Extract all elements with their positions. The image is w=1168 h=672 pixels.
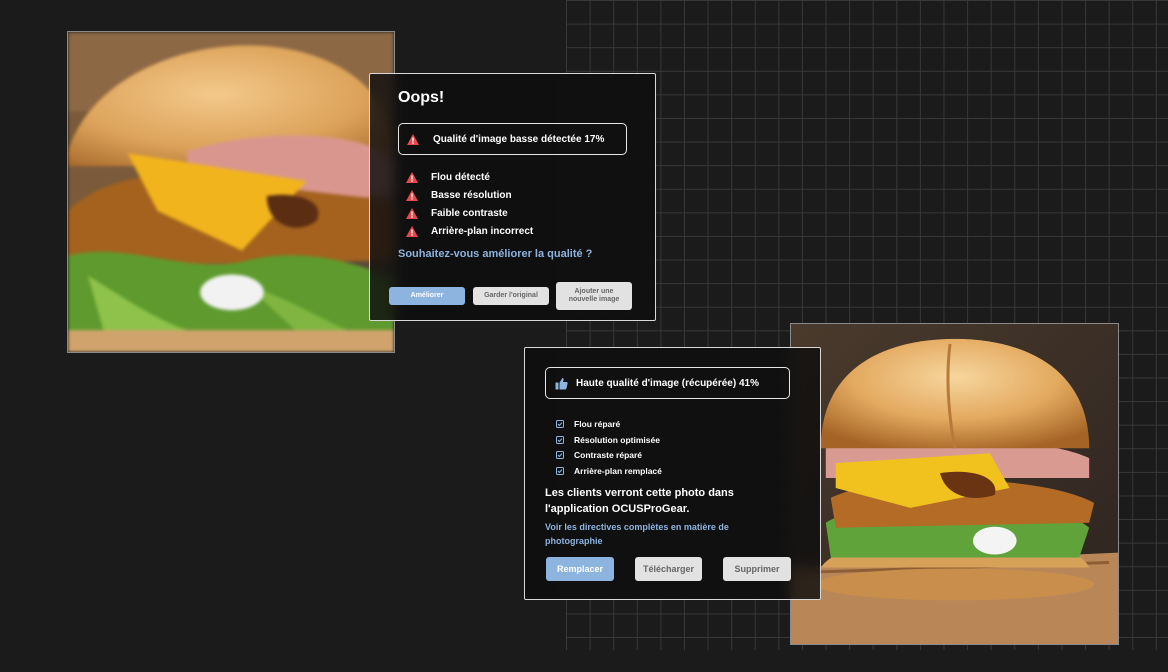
issue-label: Basse résolution (431, 189, 512, 201)
list-item: Contraste réparé (556, 447, 662, 463)
recovered-burger-photo (790, 323, 1119, 645)
list-item: Flou détecté (406, 168, 533, 186)
fix-label: Contraste réparé (574, 450, 643, 461)
recovered-quality-dialog: Haute qualité d'image (récupérée) 41% Fl… (524, 347, 821, 600)
warning-icon (406, 189, 418, 201)
low-quality-text: Qualité d'image basse détectée 17% (433, 133, 605, 145)
checkbox-icon (556, 451, 564, 460)
issue-label: Flou détecté (431, 171, 490, 183)
list-item: Arrière-plan incorrect (406, 222, 533, 240)
checkbox-icon (556, 435, 564, 444)
fix-label: Flou réparé (574, 418, 621, 429)
warning-icon (406, 225, 418, 237)
fix-label: Arrière-plan remplacé (574, 465, 662, 476)
warning-icon (407, 133, 419, 145)
dialog-title: Oops! (398, 89, 445, 106)
replace-button[interactable]: Remplacer (546, 557, 614, 581)
delete-button[interactable]: Supprimer (723, 557, 791, 581)
checkbox-icon (556, 466, 564, 475)
original-burger-photo (67, 31, 395, 353)
thumbs-up-icon (555, 377, 568, 390)
warning-icon (406, 171, 418, 183)
issue-list: Flou détecté Basse résolution Faible con… (406, 168, 533, 240)
low-quality-badge: Qualité d'image basse détectée 17% (398, 123, 627, 155)
list-item: Résolution optimisée (556, 432, 662, 448)
improve-button[interactable]: Améliorer (389, 287, 465, 305)
fix-label: Résolution optimisée (574, 434, 660, 445)
fix-list: Flou réparé Résolution optimisée Contras… (556, 416, 662, 479)
issue-label: Arrière-plan incorrect (431, 225, 534, 237)
improve-question: Souhaitez-vous améliorer la qualité ? (398, 248, 593, 260)
customer-visibility-message: Les clients verront cette photo dans l'a… (545, 487, 734, 515)
download-button[interactable]: Télécharger (635, 557, 702, 581)
photo-guidelines-link[interactable]: Voir les directives complètes en matière… (545, 520, 775, 548)
list-item: Flou réparé (556, 416, 662, 432)
warning-icon (406, 207, 418, 219)
high-quality-text: Haute qualité d'image (récupérée) 41% (576, 377, 759, 389)
list-item: Basse résolution (406, 186, 533, 204)
list-item: Arrière-plan remplacé (556, 463, 662, 479)
keep-original-button[interactable]: Garder l'original (473, 287, 549, 305)
checkbox-icon (556, 419, 564, 428)
high-quality-badge: Haute qualité d'image (récupérée) 41% (545, 367, 790, 399)
issue-label: Faible contraste (431, 207, 508, 219)
low-quality-dialog: Oops! Qualité d'image basse détectée 17%… (369, 73, 656, 321)
list-item: Faible contraste (406, 204, 533, 222)
add-new-image-button[interactable]: Ajouter une nouvelle image (556, 282, 632, 310)
